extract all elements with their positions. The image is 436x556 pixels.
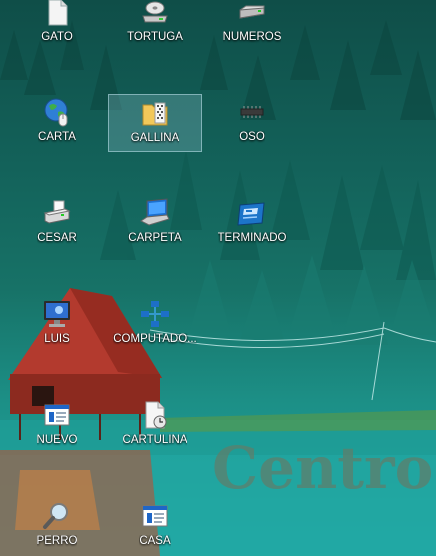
icon-label: GATO xyxy=(41,31,73,43)
icon-label: CASA xyxy=(139,535,171,547)
document-icon xyxy=(48,0,68,26)
desktop-icon-luis[interactable]: LUIS xyxy=(10,296,104,354)
desktop-icon-gato[interactable]: GATO xyxy=(10,0,104,52)
desktop: Centro GATO TORTUGA NUMEROS CARTA GALLIN… xyxy=(0,0,436,556)
printer-icon xyxy=(43,200,71,224)
icon-label: CARPETA xyxy=(128,232,182,244)
scheduled-doc-icon xyxy=(145,401,167,429)
icon-label: GALLINA xyxy=(130,132,180,144)
icon-label: PERRO xyxy=(36,535,78,547)
hard-drive-icon xyxy=(239,5,265,19)
desktop-icon-terminado[interactable]: TERMINADO xyxy=(205,195,299,253)
laptop-icon xyxy=(140,198,170,226)
desktop-icon-nuevo[interactable]: NUEVO xyxy=(10,397,104,455)
desktop-icon-computado[interactable]: COMPUTADO... xyxy=(108,296,202,354)
desktop-icon-tortuga[interactable]: TORTUGA xyxy=(108,0,202,52)
magnifier-icon xyxy=(43,503,68,529)
globe-mouse-icon xyxy=(44,98,68,127)
desktop-icon-cesar[interactable]: CESAR xyxy=(10,195,104,253)
icon-label: CESAR xyxy=(37,232,77,244)
desktop-icon-casa[interactable]: CASA xyxy=(108,498,202,556)
icon-label: OSO xyxy=(239,131,265,143)
desktop-icon-perro[interactable]: PERRO xyxy=(10,498,104,556)
desktop-icon-carpeta[interactable]: CARPETA xyxy=(108,195,202,253)
icon-label: NUEVO xyxy=(36,434,78,446)
icon-label: CARTULINA xyxy=(122,434,188,446)
zip-folder-icon xyxy=(142,102,168,126)
monitor-icon xyxy=(44,301,70,327)
disc-drive-icon xyxy=(142,1,168,23)
icon-label: CARTA xyxy=(38,131,76,143)
wallpaper-text: Centro xyxy=(212,434,433,502)
desktop-icon-carta[interactable]: CARTA xyxy=(10,94,104,152)
window-doc-icon xyxy=(44,404,70,426)
desktop-icon-gallina[interactable]: GALLINA xyxy=(108,94,202,152)
control-panel-icon xyxy=(237,202,265,226)
wallpaper: Centro xyxy=(0,20,436,556)
network-icon xyxy=(141,301,169,327)
icon-label: TERMINADO xyxy=(217,232,287,244)
icon-label: NUMEROS xyxy=(222,31,282,43)
desktop-icon-cartulina[interactable]: CARTULINA xyxy=(108,397,202,455)
desktop-icon-oso[interactable]: OSO xyxy=(205,94,299,152)
memory-chip-icon xyxy=(240,106,264,118)
desktop-icon-numeros[interactable]: NUMEROS xyxy=(205,0,299,52)
icon-label: TORTUGA xyxy=(127,31,183,43)
window-doc-icon xyxy=(142,505,168,527)
icon-label: LUIS xyxy=(44,333,70,345)
icon-label: COMPUTADO... xyxy=(113,333,197,345)
